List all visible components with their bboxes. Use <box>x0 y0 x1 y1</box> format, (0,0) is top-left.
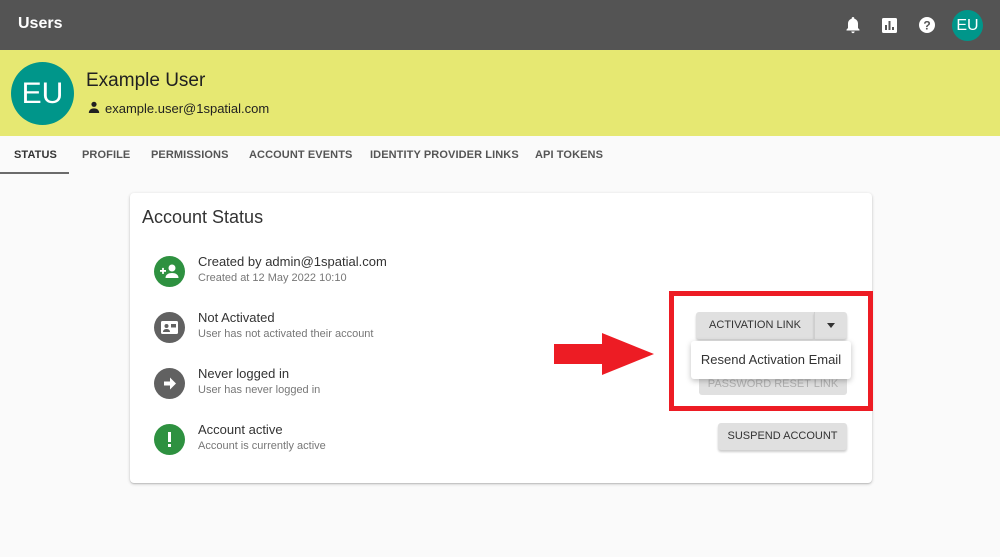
tab-permissions[interactable]: PERMISSIONS <box>151 149 229 161</box>
status-subtitle: Created at 12 May 2022 10:10 <box>198 272 347 284</box>
arrow-right-icon <box>154 368 185 399</box>
status-title: Account active <box>198 422 283 437</box>
status-title: Not Activated <box>198 310 275 325</box>
tab-profile[interactable]: PROFILE <box>82 149 130 161</box>
exclamation-icon <box>154 424 185 455</box>
user-header: EU Example User example.user@1spatial.co… <box>0 50 1000 136</box>
top-app-bar: Users ? EU <box>0 0 1000 50</box>
id-card-icon <box>154 312 185 343</box>
user-email: example.user@1spatial.com <box>105 101 270 116</box>
tab-identity-provider-links[interactable]: IDENTITY PROVIDER LINKS <box>370 149 519 161</box>
status-title: Never logged in <box>198 366 290 381</box>
user-email-row: example.user@1spatial.com <box>88 101 269 116</box>
tab-api-tokens[interactable]: API TOKENS <box>535 149 603 161</box>
help-icon[interactable]: ? <box>918 15 938 35</box>
person-add-icon <box>154 256 185 287</box>
annotation-highlight-box <box>669 291 873 411</box>
tab-account-events[interactable]: ACCOUNT EVENTS <box>249 149 352 161</box>
user-name: Example User <box>86 70 206 91</box>
person-icon <box>88 101 100 116</box>
user-avatar: EU <box>11 62 74 125</box>
tab-status[interactable]: STATUS <box>14 149 57 161</box>
status-subtitle: User has not activated their account <box>198 328 374 340</box>
svg-text:?: ? <box>923 19 930 33</box>
bell-icon[interactable] <box>845 15 865 35</box>
status-subtitle: User has never logged in <box>198 384 321 396</box>
tab-bar: STATUS PROFILE PERMISSIONS ACCOUNT EVENT… <box>0 136 1000 174</box>
suspend-account-button[interactable]: SUSPEND ACCOUNT <box>718 423 847 450</box>
active-tab-indicator <box>0 172 69 174</box>
account-avatar[interactable]: EU <box>952 10 983 41</box>
card-title: Account Status <box>142 207 264 227</box>
status-subtitle: Account is currently active <box>198 440 326 452</box>
annotation-arrow-icon <box>554 333 654 375</box>
chart-icon[interactable] <box>881 15 901 35</box>
app-title: Users <box>18 15 63 32</box>
status-title: Created by admin@1spatial.com <box>198 254 387 269</box>
